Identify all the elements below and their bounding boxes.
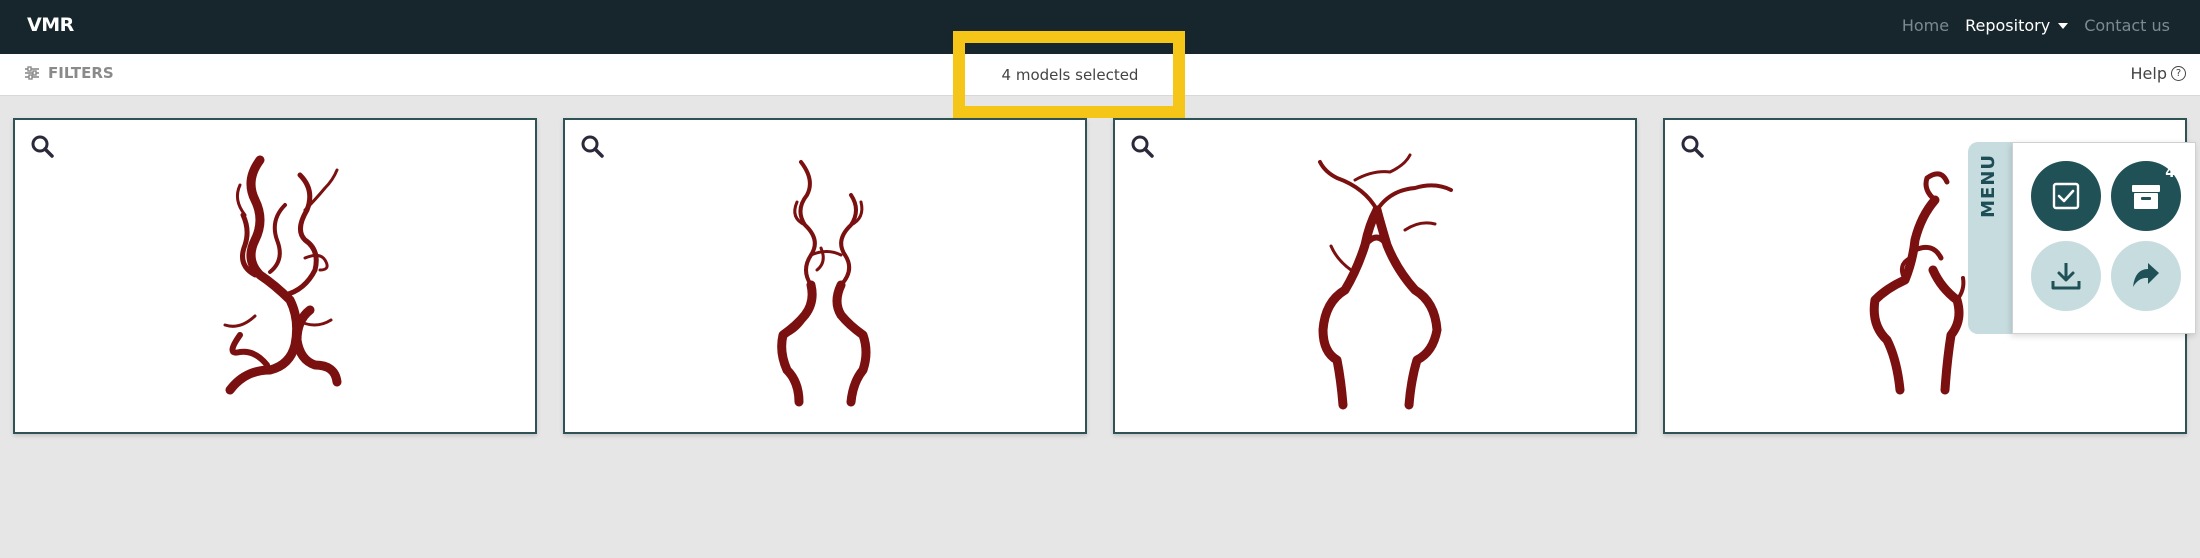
vessel-model-image	[777, 160, 871, 407]
nav-links: Home Repository Contact us	[1902, 16, 2170, 35]
model-card[interactable]	[13, 118, 537, 434]
filters-button[interactable]: FILTERS	[24, 64, 114, 82]
highlight-box	[953, 31, 1185, 118]
nav-repository-dropdown[interactable]: Repository	[1965, 16, 2069, 35]
menu-toggle-tab[interactable]: MENU	[1968, 142, 2014, 334]
select-all-button[interactable]	[2031, 161, 2101, 231]
brand-logo[interactable]: VMR	[27, 14, 74, 36]
filters-label: FILTERS	[48, 64, 114, 82]
selected-count-badge: 4	[2165, 165, 2175, 181]
share-arrow-icon	[2133, 263, 2159, 287]
menu-tab-label: MENU	[1978, 154, 1999, 218]
selected-models-cart-button[interactable]: 4	[2111, 161, 2181, 231]
model-card[interactable]	[1113, 118, 1637, 434]
vessel-model-image	[1318, 153, 1453, 410]
download-button[interactable]	[2031, 241, 2101, 311]
help-button[interactable]: Help ?	[2131, 64, 2186, 83]
question-icon: ?	[2171, 66, 2186, 81]
menu-panel: 4	[2012, 142, 2196, 334]
nav-repository-label: Repository	[1965, 16, 2051, 35]
vessel-model-image	[223, 155, 342, 395]
nav-contact-link[interactable]: Contact us	[2084, 16, 2170, 35]
download-icon	[2051, 263, 2081, 290]
help-label: Help	[2130, 64, 2167, 83]
share-button[interactable]	[2111, 241, 2181, 311]
nav-home-link[interactable]: Home	[1902, 16, 1949, 35]
checkbox-icon	[2052, 182, 2080, 210]
caret-down-icon	[2058, 22, 2069, 29]
model-card[interactable]	[563, 118, 1087, 434]
archive-box-icon	[2132, 185, 2160, 209]
sliders-icon	[25, 66, 39, 80]
